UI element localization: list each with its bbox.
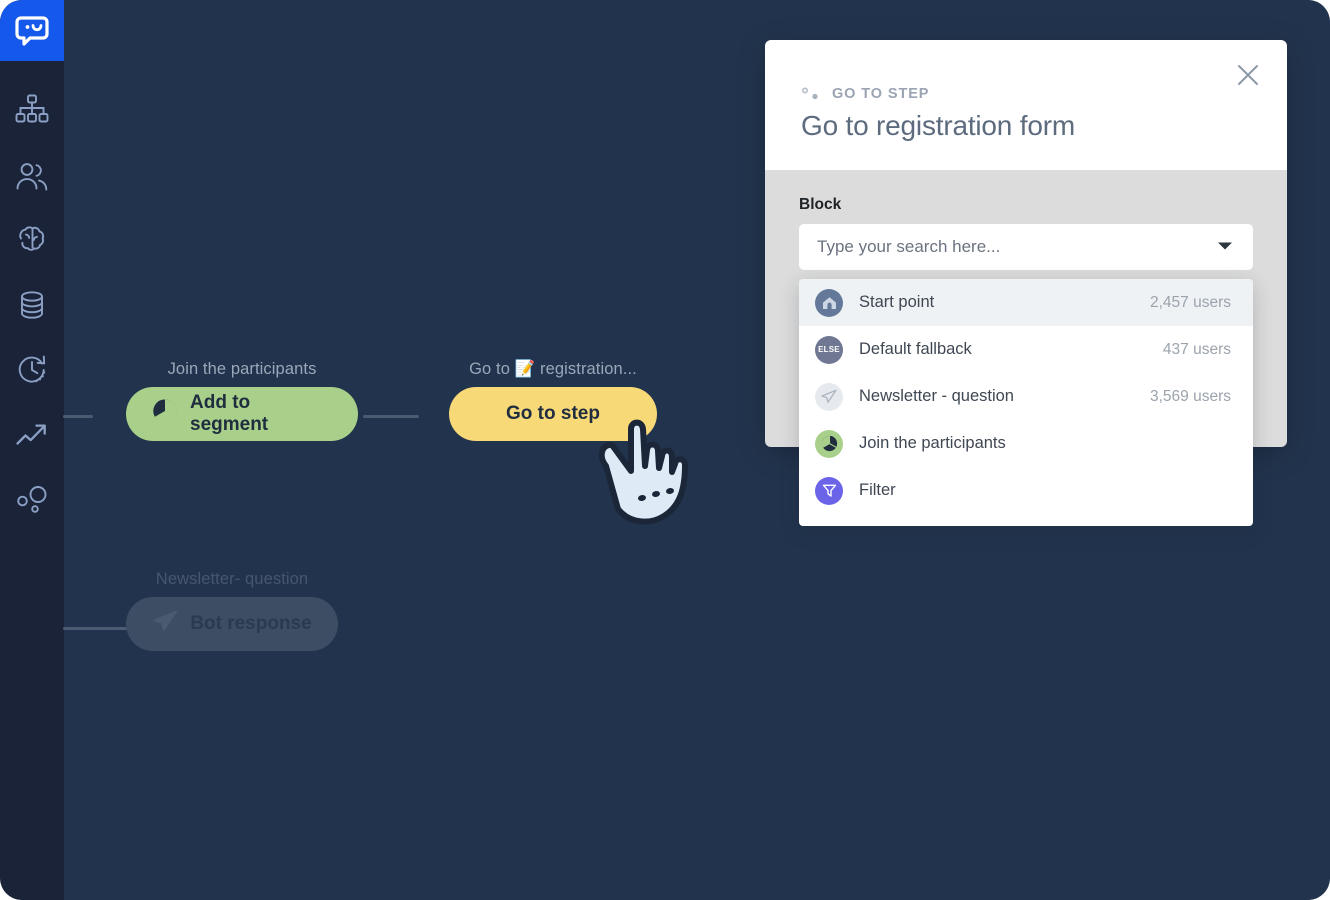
sidebar-item-integrations[interactable] (0, 476, 64, 522)
segment-pie-icon (152, 398, 178, 430)
flow-node-go-to-step[interactable]: Go to 📝 registration... Go to step (449, 360, 657, 441)
flow-node-bot-response[interactable]: Newsletter- question Bot response (126, 570, 338, 651)
list-item-label: Start point (859, 293, 935, 311)
connector-line (63, 627, 127, 630)
list-item-count: 437 users (1162, 340, 1231, 358)
sidebar-item-reports[interactable] (0, 412, 64, 458)
flow-node-button[interactable]: Add to segment (126, 387, 358, 441)
app-window: Join the participants Add to segment Go … (0, 0, 1330, 900)
sidebar-item-data[interactable] (0, 282, 64, 328)
sidebar-item-flows[interactable] (0, 86, 64, 132)
chevron-down-icon[interactable] (1217, 238, 1233, 256)
bubbles-icon (17, 486, 47, 513)
list-item-count: 3,569 users (1150, 387, 1231, 405)
flow-node-button-label: Go to step (506, 403, 600, 424)
block-field-label: Block (799, 196, 842, 213)
list-item-label: Newsletter - question (859, 387, 1014, 405)
search-input[interactable] (817, 237, 1235, 257)
segment-pie-icon (815, 429, 843, 458)
flow-tree-icon (15, 94, 49, 123)
flow-node-title: Newsletter- question (155, 570, 309, 588)
chatbot-logo-icon[interactable] (0, 0, 64, 61)
flow-node-add-to-segment[interactable]: Join the participants Add to segment (126, 360, 358, 441)
home-icon (815, 288, 843, 317)
flow-node-button-label: Add to segment (190, 392, 269, 435)
list-item-label: Default fallback (859, 340, 972, 358)
modal-header: GO TO STEP Go to registration form (765, 40, 1287, 170)
sidebar-item-training[interactable] (0, 216, 64, 262)
clock-history-icon (18, 355, 46, 383)
sidebar-item-users[interactable] (0, 153, 64, 199)
list-item[interactable]: ELSE Default fallback 437 users (799, 326, 1253, 373)
list-item[interactable]: Start point 2,457 users (799, 279, 1253, 326)
list-item-label: Join the participants (859, 434, 1006, 452)
funnel-icon (815, 476, 843, 505)
flow-node-button-label: Bot response (190, 613, 312, 634)
flow-node-title: Go to 📝 registration... (469, 360, 637, 378)
sidebar-item-history[interactable] (0, 346, 64, 392)
list-item[interactable]: Join the participants (799, 420, 1253, 467)
connector-line (63, 415, 93, 418)
sidebar (0, 0, 64, 900)
database-icon (21, 291, 43, 319)
paper-plane-icon (815, 382, 843, 411)
connector-line (363, 415, 419, 418)
list-item[interactable]: Filter (799, 467, 1253, 514)
list-item-label: Filter (859, 481, 896, 499)
flow-node-button[interactable]: Go to step (449, 387, 657, 441)
else-badge-icon: ELSE (815, 335, 843, 364)
flow-node-title: Join the participants (167, 360, 317, 378)
modal-eyebrow-label: GO TO STEP (832, 86, 930, 102)
block-select[interactable] (799, 224, 1253, 270)
modal-eyebrow: GO TO STEP (801, 84, 1251, 104)
users-icon (16, 163, 48, 191)
go-to-step-icon (801, 86, 823, 102)
flow-node-button[interactable]: Bot response (126, 597, 338, 651)
list-item[interactable]: Newsletter - question 3,569 users (799, 373, 1253, 420)
brain-icon (19, 226, 45, 251)
page-title: Go to registration form (801, 110, 1075, 141)
trending-up-icon (16, 424, 46, 445)
close-icon[interactable] (1231, 58, 1265, 92)
list-item-count: 2,457 users (1150, 293, 1231, 311)
block-dropdown-list[interactable]: Start point 2,457 users ELSE Default fal… (799, 279, 1253, 526)
paper-plane-icon (152, 609, 178, 639)
